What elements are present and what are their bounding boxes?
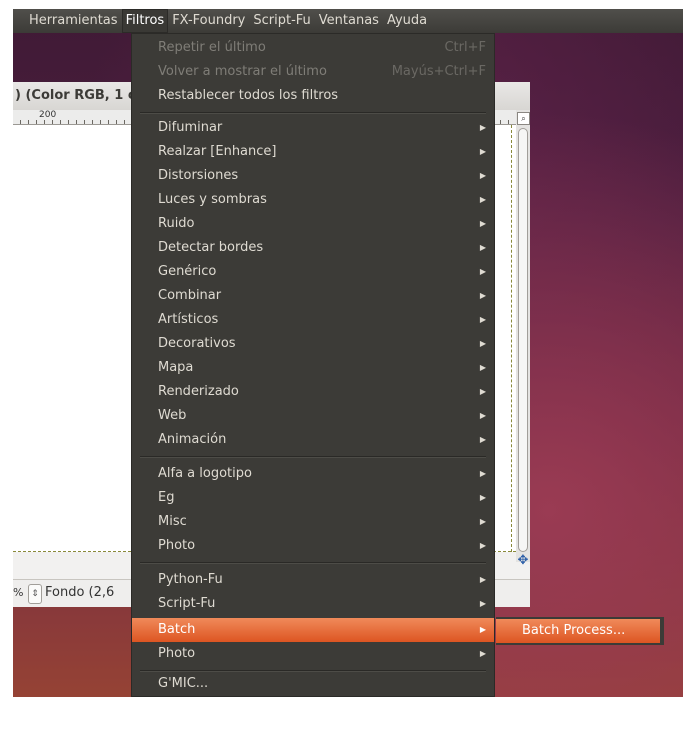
menu-separator xyxy=(140,562,486,564)
menu-item-restablecer[interactable]: Restablecer todos los filtros xyxy=(132,84,494,108)
submenu-arrow-icon: ▶ xyxy=(479,387,486,396)
submenu-arrow-icon: ▶ xyxy=(479,219,486,228)
submenu-arrow-icon: ▶ xyxy=(479,599,486,608)
menu-item-decorativos[interactable]: Decorativos ▶ xyxy=(132,332,494,356)
submenu-arrow-icon: ▶ xyxy=(479,363,486,372)
submenu-arrow-icon: ▶ xyxy=(479,435,486,444)
menu-item-misc[interactable]: Misc ▶ xyxy=(132,510,494,534)
shortcut-label: Mayús+Ctrl+F xyxy=(391,64,486,79)
menu-item-realzar[interactable]: Realzar [Enhance] ▶ xyxy=(132,140,494,164)
menu-item-web[interactable]: Web ▶ xyxy=(132,404,494,428)
menu-item-distorsiones[interactable]: Distorsiones ▶ xyxy=(132,164,494,188)
menu-item-python-fu[interactable]: Python-Fu ▶ xyxy=(132,568,494,592)
bottom-border xyxy=(0,697,683,729)
menu-item-combinar[interactable]: Combinar ▶ xyxy=(132,284,494,308)
submenu-arrow-icon: ▶ xyxy=(479,171,486,180)
menu-item-renderizado[interactable]: Renderizado ▶ xyxy=(132,380,494,404)
filtros-menu: Repetir el último Ctrl+F Volver a mostra… xyxy=(131,33,495,697)
menu-separator xyxy=(140,112,486,114)
ruler-label: 200 xyxy=(38,110,58,120)
submenu-arrow-icon: ▶ xyxy=(479,493,486,502)
menu-item-alfa-logotipo[interactable]: Alfa a logotipo ▶ xyxy=(132,462,494,486)
menu-item-generico[interactable]: Genérico ▶ xyxy=(132,260,494,284)
shortcut-label: Ctrl+F xyxy=(444,40,486,55)
menu-item-gmic[interactable]: G'MIC... xyxy=(132,672,494,696)
menu-item-repetir[interactable]: Repetir el último Ctrl+F xyxy=(132,36,494,60)
submenu-arrow-icon: ▶ xyxy=(479,267,486,276)
menu-item-batch[interactable]: Batch ▶ xyxy=(132,618,494,642)
menu-ventanas[interactable]: Ventanas xyxy=(315,9,383,33)
layer-status: Fondo (2,6 xyxy=(45,585,115,600)
submenu-arrow-icon: ▶ xyxy=(479,315,486,324)
submenu-arrow-icon: ▶ xyxy=(479,411,486,420)
menu-item-photo-2[interactable]: Photo ▶ xyxy=(132,642,494,666)
window-title: ) (Color RGB, 1 c xyxy=(15,88,136,103)
menu-script-fu[interactable]: Script-Fu xyxy=(249,9,314,33)
submenu-arrow-icon: ▶ xyxy=(479,575,486,584)
menubar: Herramientas Filtros FX-Foundry Script-F… xyxy=(13,9,683,33)
menu-item-script-fu[interactable]: Script-Fu ▶ xyxy=(132,592,494,616)
submenu-arrow-icon: ▶ xyxy=(479,147,486,156)
menu-herramientas[interactable]: Herramientas xyxy=(13,9,122,33)
submenu-arrow-icon: ▶ xyxy=(479,243,486,252)
zoom-icon[interactable]: ⌕ xyxy=(517,112,530,125)
menu-separator xyxy=(140,456,486,458)
submenu-arrow-icon: ▶ xyxy=(479,339,486,348)
submenu-arrow-icon: ▶ xyxy=(479,517,486,526)
submenu-arrow-icon: ▶ xyxy=(479,541,486,550)
zoom-unit[interactable]: % xyxy=(13,584,25,602)
menu-item-luces-sombras[interactable]: Luces y sombras ▶ xyxy=(132,188,494,212)
submenu-arrow-icon: ▶ xyxy=(479,625,486,634)
navigate-icon[interactable]: ✥ xyxy=(516,554,530,568)
menu-item-photo-1[interactable]: Photo ▶ xyxy=(132,534,494,558)
menu-item-difuminar[interactable]: Difuminar ▶ xyxy=(132,116,494,140)
top-border xyxy=(0,0,683,9)
menu-item-eg[interactable]: Eg ▶ xyxy=(132,486,494,510)
scrollbar-track[interactable] xyxy=(518,128,528,552)
submenu-arrow-icon: ▶ xyxy=(479,649,486,658)
batch-submenu: Batch Process... xyxy=(496,617,664,645)
menu-item-animacion[interactable]: Animación ▶ xyxy=(132,428,494,452)
menu-item-artisticos[interactable]: Artísticos ▶ xyxy=(132,308,494,332)
zoom-spinner[interactable]: ⇕ xyxy=(28,584,42,604)
layer-boundary-right xyxy=(511,125,512,552)
menu-item-detectar-bordes[interactable]: Detectar bordes ▶ xyxy=(132,236,494,260)
submenu-arrow-icon: ▶ xyxy=(479,123,486,132)
menu-filtros[interactable]: Filtros xyxy=(121,9,169,33)
submenu-arrow-icon: ▶ xyxy=(479,469,486,478)
menu-ayuda[interactable]: Ayuda xyxy=(383,9,431,33)
menu-fx-foundry[interactable]: FX-Foundry xyxy=(168,9,249,33)
menu-item-ruido[interactable]: Ruido ▶ xyxy=(132,212,494,236)
submenu-arrow-icon: ▶ xyxy=(479,291,486,300)
menu-item-volver[interactable]: Volver a mostrar el último Mayús+Ctrl+F xyxy=(132,60,494,84)
menu-item-batch-process[interactable]: Batch Process... xyxy=(496,619,660,643)
submenu-arrow-icon: ▶ xyxy=(479,195,486,204)
left-border xyxy=(0,0,13,729)
menu-item-mapa[interactable]: Mapa ▶ xyxy=(132,356,494,380)
vertical-scrollbar[interactable]: ⌕ xyxy=(516,110,530,562)
